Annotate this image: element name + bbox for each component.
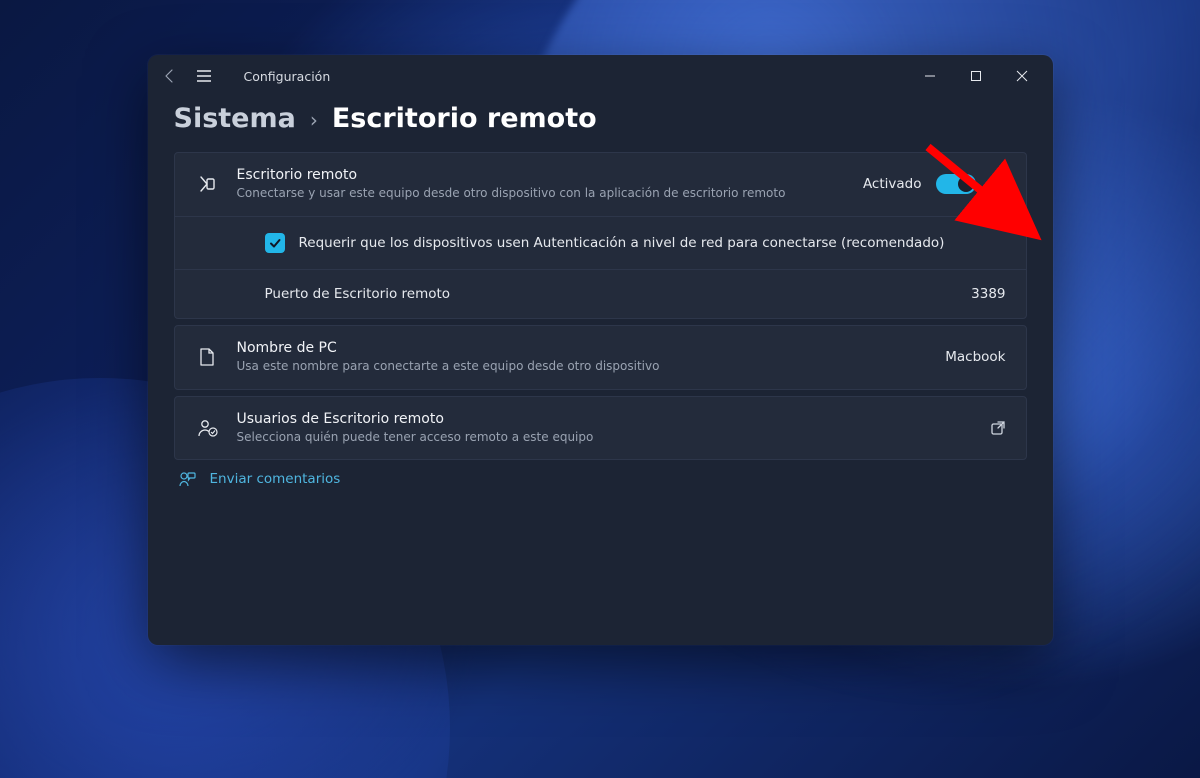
breadcrumb: Sistema › Escritorio remoto <box>174 103 1027 134</box>
document-icon <box>195 347 219 367</box>
chevron-up-icon <box>990 176 1006 192</box>
nla-row[interactable]: Requerir que los dispositivos usen Auten… <box>175 217 1026 270</box>
nav-menu-button[interactable] <box>196 68 212 84</box>
feedback-icon <box>178 470 196 488</box>
breadcrumb-parent[interactable]: Sistema <box>174 103 296 134</box>
minimize-button[interactable] <box>907 60 953 92</box>
remote-users-title: Usuarios de Escritorio remoto <box>237 411 972 427</box>
settings-window: Configuración Sistema › Escritorio remot… <box>148 55 1053 645</box>
remote-desktop-title: Escritorio remoto <box>237 167 845 183</box>
pc-name-card: Nombre de PC Usa este nombre para conect… <box>174 325 1027 390</box>
back-button[interactable] <box>162 68 178 84</box>
remote-desktop-icon <box>195 174 219 194</box>
remote-desktop-toggle-label: Activado <box>863 176 922 192</box>
chevron-right-icon: › <box>310 108 318 132</box>
feedback-link[interactable]: Enviar comentarios <box>174 470 1027 488</box>
window-title: Configuración <box>244 69 331 84</box>
user-check-icon <box>195 418 219 438</box>
remote-desktop-subtitle: Conectarse y usar este equipo desde otro… <box>237 185 845 202</box>
settings-content: Sistema › Escritorio remoto Escritorio r… <box>148 97 1053 645</box>
feedback-label: Enviar comentarios <box>210 471 341 487</box>
toggle-knob <box>958 176 974 192</box>
remote-desktop-expander[interactable]: Escritorio remoto Conectarse y usar este… <box>175 153 1026 217</box>
remote-users-subtitle: Selecciona quién puede tener acceso remo… <box>237 429 972 446</box>
open-external-icon <box>990 420 1006 436</box>
pc-name-subtitle: Usa este nombre para conectarte a este e… <box>237 358 928 375</box>
pc-name-title: Nombre de PC <box>237 340 928 356</box>
breadcrumb-current: Escritorio remoto <box>332 103 597 134</box>
nla-checkbox[interactable] <box>265 233 285 253</box>
port-row: Puerto de Escritorio remoto 3389 <box>175 270 1026 318</box>
close-button[interactable] <box>999 60 1045 92</box>
maximize-button[interactable] <box>953 60 999 92</box>
remote-desktop-toggle[interactable] <box>936 174 976 194</box>
port-value: 3389 <box>971 286 1005 302</box>
pc-name-value: Macbook <box>945 349 1005 365</box>
pc-name-row: Nombre de PC Usa este nombre para conect… <box>175 326 1026 389</box>
remote-desktop-card: Escritorio remoto Conectarse y usar este… <box>174 152 1027 319</box>
titlebar: Configuración <box>148 55 1053 97</box>
nla-label: Requerir que los dispositivos usen Auten… <box>299 235 1006 251</box>
remote-users-row[interactable]: Usuarios de Escritorio remoto Selecciona… <box>175 397 1026 460</box>
remote-users-card: Usuarios de Escritorio remoto Selecciona… <box>174 396 1027 461</box>
port-label: Puerto de Escritorio remoto <box>265 286 958 302</box>
